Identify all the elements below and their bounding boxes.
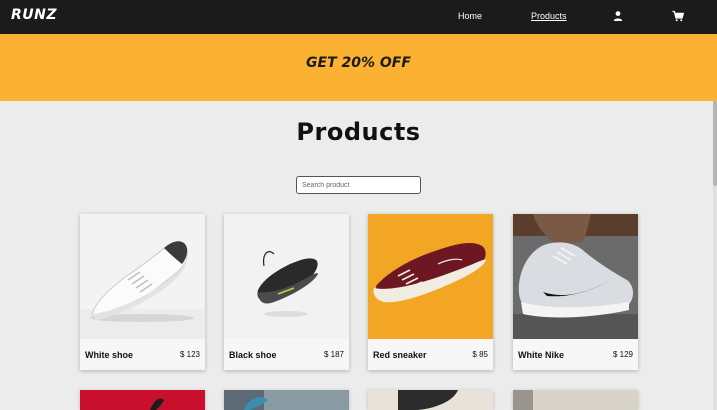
product-card-white-shoe[interactable]: White shoe $ 123	[80, 214, 205, 370]
product-price: $ 123	[179, 350, 200, 359]
logo[interactable]: RUNZ	[11, 7, 57, 23]
cart-icon[interactable]	[672, 10, 684, 22]
product-card-partial[interactable]	[513, 390, 638, 410]
product-price: $ 187	[323, 350, 344, 359]
product-image-red-sneaker[interactable]	[368, 214, 493, 339]
product-image-white-shoe[interactable]	[80, 214, 205, 339]
product-price: $ 85	[472, 350, 488, 359]
page-title: Products	[296, 118, 421, 146]
product-image-white-nike[interactable]	[513, 214, 638, 339]
nav-products-link[interactable]: Products	[531, 11, 567, 21]
product-card-black-shoe[interactable]: Black shoe $ 187	[224, 214, 349, 370]
product-card-partial[interactable]	[368, 390, 493, 410]
product-image-partial	[368, 390, 493, 410]
nav-home-link[interactable]: Home	[458, 11, 482, 21]
product-name: Red sneaker	[373, 350, 427, 360]
search-input[interactable]	[296, 176, 421, 194]
product-price: $ 129	[612, 350, 633, 359]
product-image-black-shoe[interactable]	[224, 214, 349, 339]
product-image-partial	[224, 390, 349, 410]
product-name: White Nike	[518, 350, 565, 360]
product-image-partial	[80, 390, 205, 410]
promo-text: GET 20% OFF	[306, 55, 411, 71]
product-card-white-nike[interactable]: White Nike $ 129	[513, 214, 638, 370]
promo-banner: GET 20% OFF	[0, 34, 717, 101]
product-card-partial[interactable]	[224, 390, 349, 410]
product-card-partial[interactable]	[80, 390, 205, 410]
user-icon[interactable]	[612, 10, 624, 22]
product-card-red-sneaker[interactable]: Red sneaker $ 85	[368, 214, 493, 370]
product-image-partial	[513, 390, 638, 410]
product-name: Black shoe	[229, 350, 277, 360]
product-name: White shoe	[85, 350, 134, 360]
top-navbar: RUNZ Home Products	[0, 0, 717, 34]
